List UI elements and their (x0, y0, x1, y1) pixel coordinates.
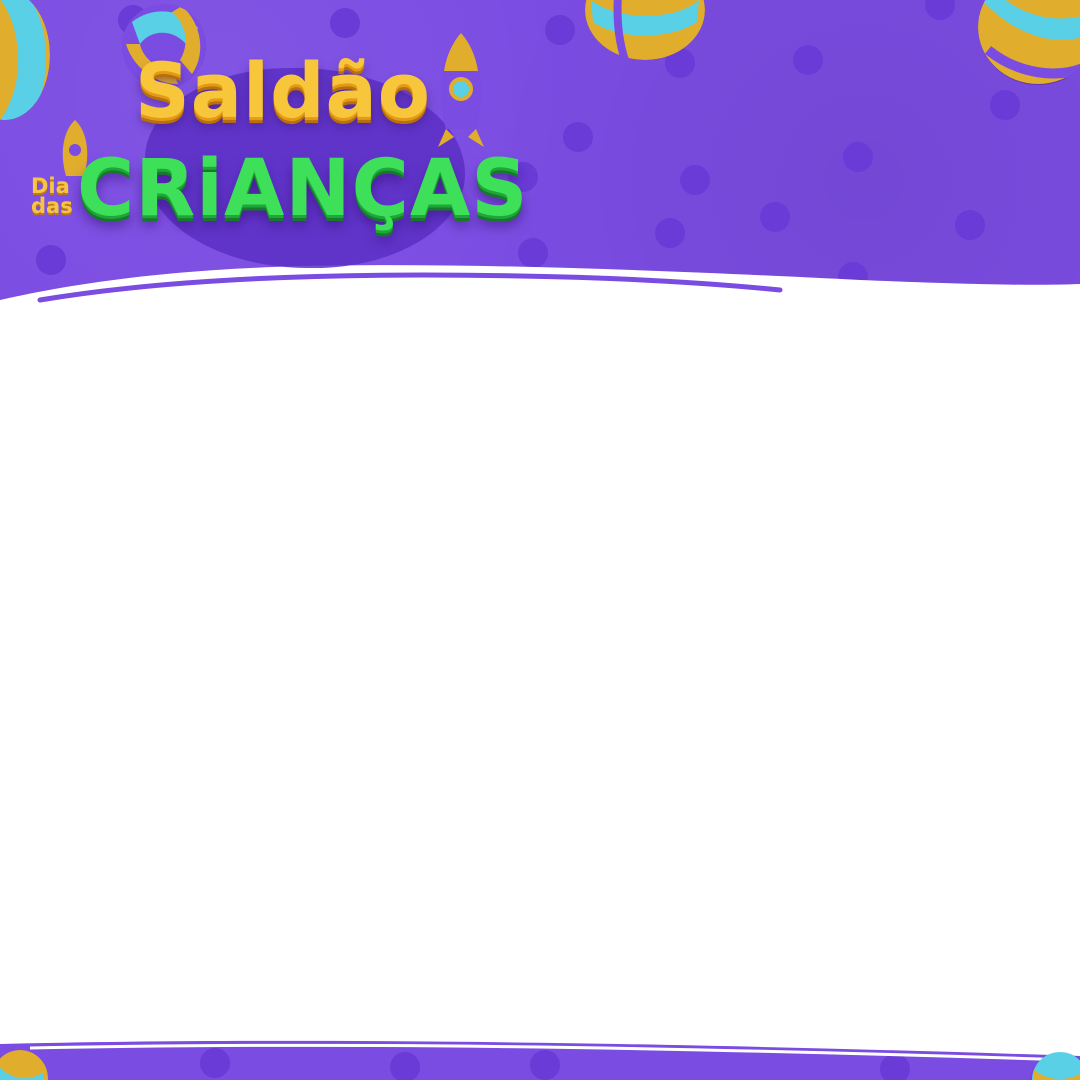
logo-dia-das-text: Dia das (31, 174, 91, 218)
logo-dia-text: Dia (31, 174, 70, 198)
logo: Saldão CRiANÇAS Dia das (25, 28, 529, 278)
logo-criancas-text: CRiANÇAS (77, 144, 529, 234)
logo-das-text: das (31, 194, 73, 218)
logo-saldao-text: Saldão (135, 46, 431, 135)
promo-canvas: Saldão CRiANÇAS Dia das (0, 0, 1080, 1080)
bottom-wave (0, 1030, 1080, 1062)
